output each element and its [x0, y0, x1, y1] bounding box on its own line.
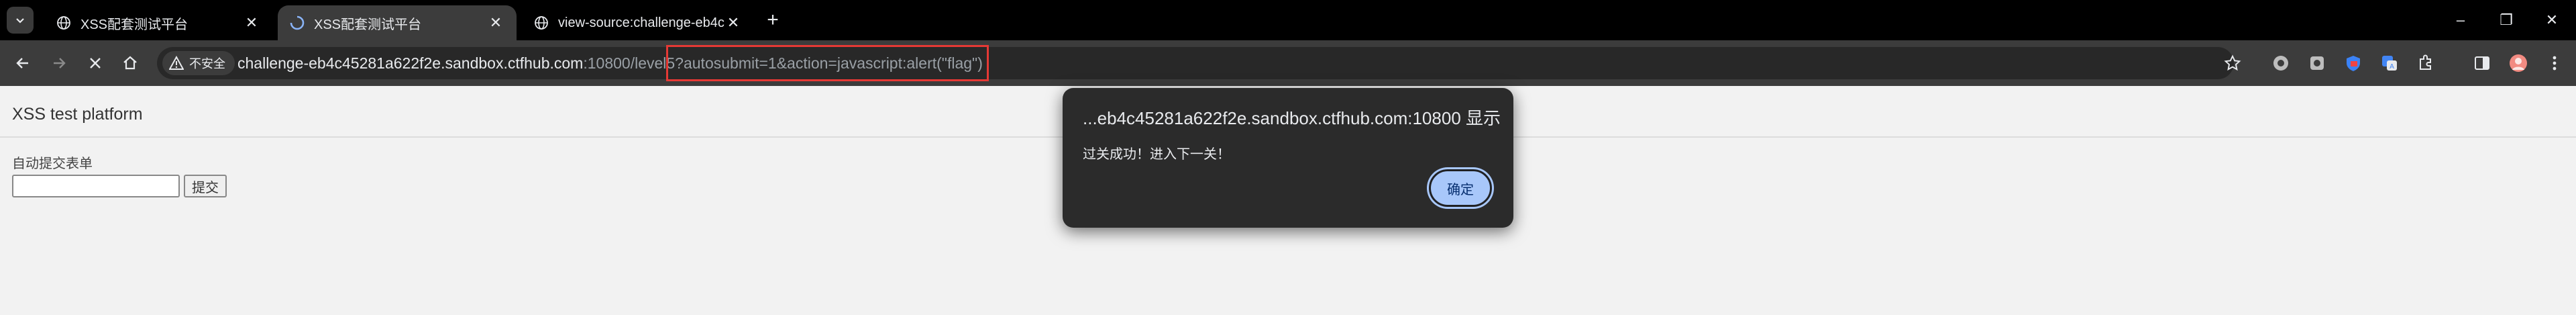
arrow-right-icon — [54, 58, 66, 69]
minimize-button[interactable]: – — [2447, 7, 2474, 34]
side-panel-icon[interactable] — [2470, 51, 2494, 75]
restore-button[interactable]: ❐ — [2493, 7, 2520, 34]
extensions-icon[interactable] — [2414, 51, 2438, 75]
tab-xss-platform-1[interactable]: XSS配套测试平台 ✕ — [44, 5, 272, 40]
alert-dialog: ...eb4c45281a622f2e.sandbox.ctfhub.com:1… — [1063, 88, 1513, 228]
profile-avatar[interactable] — [2506, 51, 2530, 75]
tab-strip: XSS配套测试平台 ✕ XSS配套测试平台 ✕ view-source:chal… — [0, 0, 2576, 40]
star-icon — [2224, 54, 2241, 71]
close-icon[interactable]: ✕ — [243, 14, 260, 32]
dialog-ok-button[interactable]: 确定 — [1429, 169, 1492, 207]
bookmark-star-button[interactable] — [2219, 50, 2246, 77]
tab-view-source[interactable]: view-source:challenge-eb4c4 ✕ — [522, 5, 754, 40]
tab-search-button[interactable] — [7, 7, 34, 34]
globe-icon — [534, 15, 549, 30]
stop-loading-button[interactable] — [82, 50, 109, 77]
stop-icon — [90, 58, 101, 69]
url-highlight-box — [666, 45, 989, 81]
chevron-down-icon — [16, 18, 24, 24]
new-tab-button[interactable]: + — [762, 9, 784, 31]
home-button[interactable] — [117, 50, 144, 77]
globe-icon — [56, 15, 71, 30]
tab-title: XSS配套测试平台 — [314, 17, 422, 32]
url-host: challenge-eb4c45281a622f2e.sandbox.ctfhu… — [237, 54, 584, 72]
dialog-title: ...eb4c45281a622f2e.sandbox.ctfhub.com:1… — [1083, 108, 1501, 128]
tab-title: view-source:challenge-eb4c4 — [558, 15, 724, 30]
browser-toolbar: 不安全 challenge-eb4c45281a622f2e.sandbox.c… — [0, 40, 2576, 86]
address-bar[interactable]: 不安全 challenge-eb4c45281a622f2e.sandbox.c… — [157, 47, 2234, 79]
loading-spinner-icon — [290, 15, 305, 30]
arrow-left-icon — [16, 58, 28, 69]
warning-icon — [169, 56, 184, 71]
circle-icon[interactable] — [2269, 51, 2293, 75]
close-icon[interactable]: ✕ — [724, 14, 742, 32]
tab-title: XSS配套测试平台 — [80, 17, 189, 32]
svg-text:A: A — [2390, 63, 2394, 71]
translate-icon[interactable]: A — [2377, 51, 2402, 75]
site-info-button[interactable]: 不安全 — [162, 51, 235, 75]
shield-icon[interactable] — [2341, 51, 2365, 75]
puzzle-box-icon[interactable] — [2305, 51, 2329, 75]
tab-xss-platform-2[interactable]: XSS配套测试平台 ✕ — [278, 5, 517, 40]
site-title: XSS test platform — [12, 105, 143, 124]
forward-button[interactable] — [46, 50, 72, 77]
back-button[interactable] — [9, 50, 36, 77]
more-menu-icon[interactable] — [2542, 51, 2567, 75]
security-label: 不安全 — [189, 57, 225, 71]
close-icon[interactable]: ✕ — [487, 14, 504, 32]
submit-button[interactable]: 提交 — [184, 175, 227, 197]
close-window-button[interactable]: ✕ — [2538, 7, 2565, 34]
home-icon — [123, 56, 137, 70]
dialog-message: 过关成功！进入下一关！ — [1083, 147, 1230, 162]
form-text-input[interactable] — [12, 175, 180, 197]
